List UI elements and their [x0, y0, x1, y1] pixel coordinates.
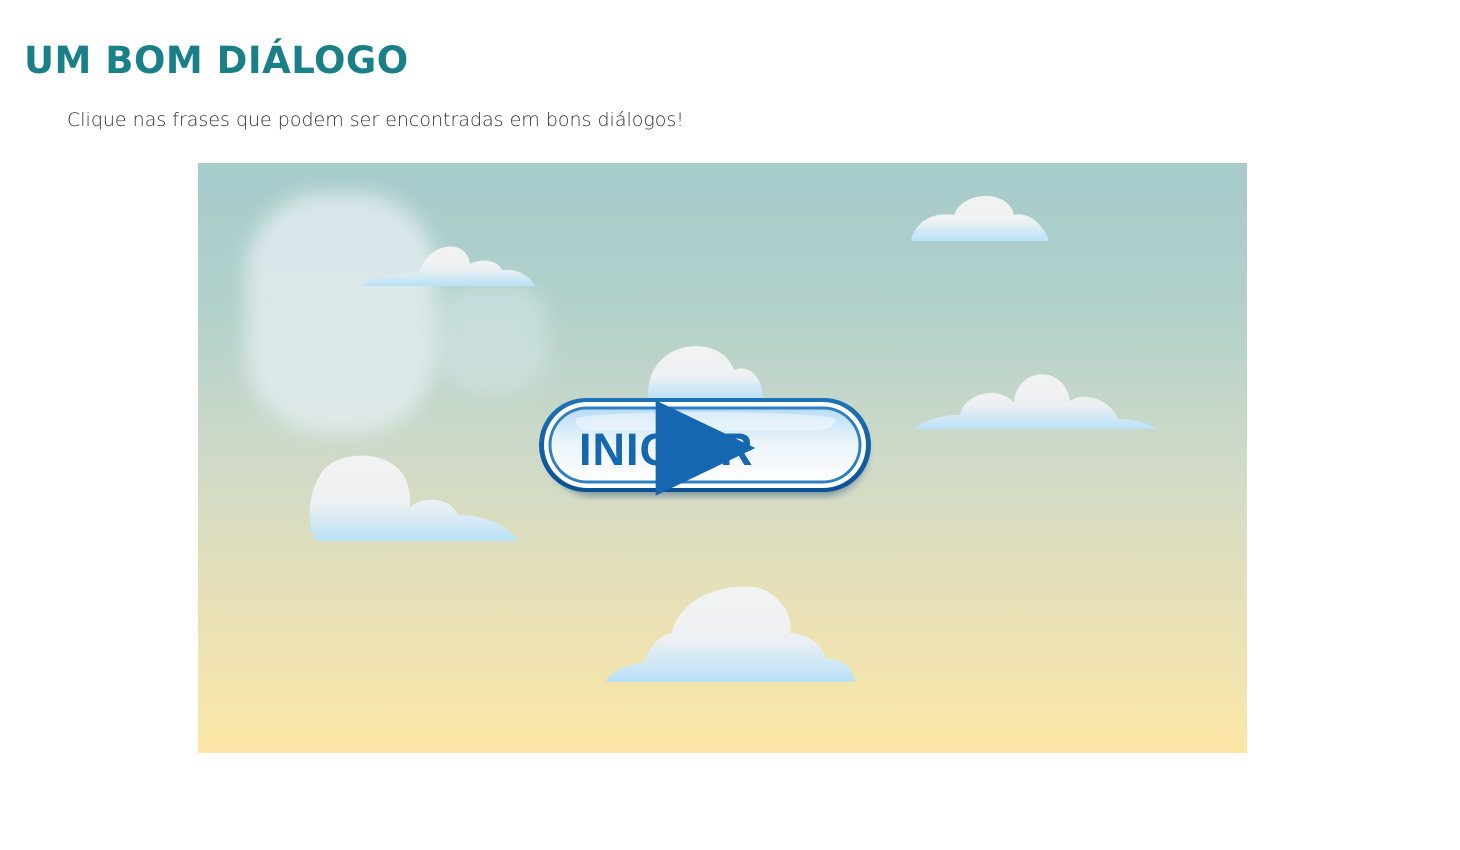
activity-frame: INICIAR	[198, 163, 1247, 753]
cloud	[605, 586, 855, 682]
instruction-text: Clique nas frases que podem ser encontra…	[67, 109, 684, 131]
start-button[interactable]: INICIAR	[537, 396, 874, 500]
cloud	[309, 455, 518, 541]
cloud	[911, 195, 1049, 241]
cloud	[647, 346, 763, 399]
play-icon	[655, 400, 756, 496]
cloud	[914, 374, 1156, 429]
hazy-cloud	[246, 193, 548, 433]
page-title: UM BOM DIÁLOGO	[24, 39, 409, 82]
